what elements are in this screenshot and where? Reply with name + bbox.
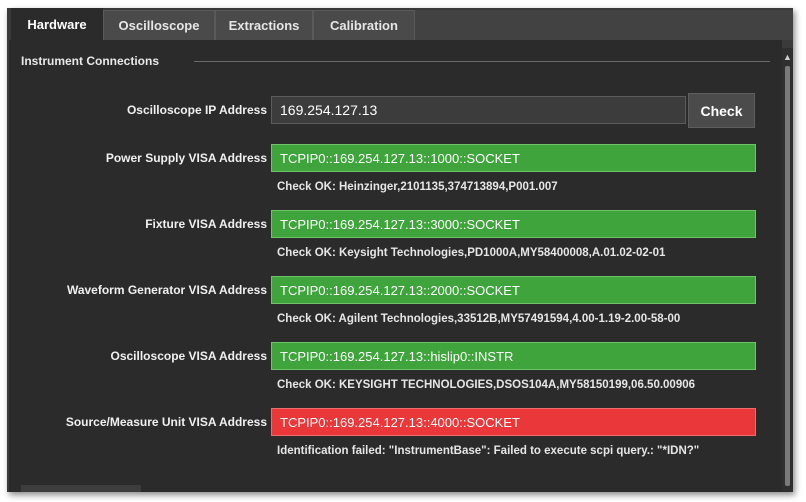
fixture-visa-label: Fixture VISA Address bbox=[145, 217, 267, 231]
settings-window: Hardware Oscilloscope Extractions Calibr… bbox=[7, 8, 793, 492]
power-supply-status: Check OK: Heinzinger,2101135,374713894,P… bbox=[277, 181, 558, 193]
vertical-scrollbar[interactable]: ▲ bbox=[782, 48, 793, 492]
check-button[interactable]: Check bbox=[688, 93, 755, 128]
tab-extractions[interactable]: Extractions bbox=[215, 10, 313, 40]
section-divider bbox=[194, 61, 770, 62]
smu-visa-input[interactable]: TCPIP0::169.254.127.13::4000::SOCKET bbox=[271, 408, 756, 436]
smu-visa-label: Source/Measure Unit VISA Address bbox=[65, 415, 267, 429]
fixture-visa-input[interactable]: TCPIP0::169.254.127.13::3000::SOCKET bbox=[271, 210, 756, 238]
smu-status: Identification failed: "InstrumentBase":… bbox=[277, 445, 700, 457]
oscilloscope-visa-input[interactable]: TCPIP0::169.254.127.13::hislip0::INSTR bbox=[271, 342, 756, 370]
waveform-generator-visa-label: Waveform Generator VISA Address bbox=[66, 283, 267, 297]
power-supply-visa-label: Power Supply VISA Address bbox=[105, 151, 267, 165]
oscilloscope-visa-status: Check OK: KEYSIGHT TECHNOLOGIES,DSOS104A… bbox=[277, 379, 696, 391]
next-section-header-partial bbox=[21, 485, 141, 492]
oscilloscope-ip-input[interactable]: 169.254.127.13 bbox=[271, 96, 686, 124]
tab-bar: Hardware Oscilloscope Extractions Calibr… bbox=[7, 8, 793, 40]
oscilloscope-visa-label: Oscilloscope VISA Address bbox=[110, 349, 268, 363]
chevron-up-icon[interactable]: ▲ bbox=[782, 52, 793, 62]
tab-oscilloscope[interactable]: Oscilloscope bbox=[103, 10, 215, 40]
section-title: Instrument Connections bbox=[21, 54, 160, 68]
tab-calibration[interactable]: Calibration bbox=[313, 10, 415, 40]
waveform-generator-status: Check OK: Agilent Technologies,33512B,MY… bbox=[277, 313, 681, 325]
fixture-status: Check OK: Keysight Technologies,PD1000A,… bbox=[277, 247, 666, 259]
tab-strip-empty bbox=[415, 10, 793, 40]
power-supply-visa-input[interactable]: TCPIP0::169.254.127.13::1000::SOCKET bbox=[271, 144, 756, 172]
tab-hardware[interactable]: Hardware bbox=[11, 8, 103, 40]
scroll-thumb[interactable] bbox=[785, 66, 790, 486]
waveform-generator-visa-input[interactable]: TCPIP0::169.254.127.13::2000::SOCKET bbox=[271, 276, 756, 304]
hardware-panel: Instrument Connections Oscilloscope IP A… bbox=[9, 40, 782, 492]
oscilloscope-ip-label: Oscilloscope IP Address bbox=[126, 103, 267, 117]
